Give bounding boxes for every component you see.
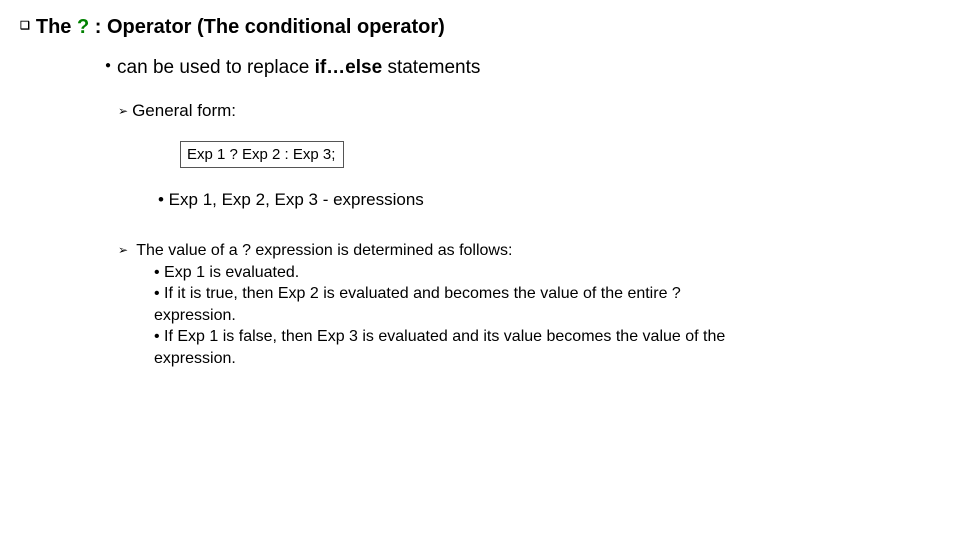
usage-line: ● can be used to replace if…else statemen… [105,57,940,79]
explanation-l1: The value of a ? expression is determine… [136,242,512,259]
explanation-block: ➢ The value of a ? expression is determi… [118,240,918,370]
explanation-l3: • If it is true, then Exp 2 is evaluated… [154,283,918,305]
title-part1: The [36,16,77,38]
arrow-bullet-icon: ➢ [118,104,128,118]
usage-bold: if…else [315,57,383,78]
title-part2: : Operator (The conditional operator) [89,16,445,38]
explanation-l2: • Exp 1 is evaluated. [154,262,918,284]
syntax-text: Exp 1 ? Exp 2 : Exp 3; [187,146,335,163]
explanation-intro: ➢ The value of a ? expression is determi… [118,240,918,262]
expressions-note: • Exp 1, Exp 2, Exp 3 - expressions [158,190,940,210]
arrow-bullet-icon: ➢ [118,243,128,257]
usage-pre: can be used to replace [117,57,315,78]
syntax-box: Exp 1 ? Exp 2 : Exp 3; [180,141,344,168]
slide-title: ❑ The ? : Operator (The conditional opera… [20,16,940,39]
general-form-heading: ➢ General form: [118,101,940,121]
explanation-l4: expression. [154,305,918,327]
explanation-l5: • If Exp 1 is false, then Exp 3 is evalu… [154,326,918,348]
title-question-mark: ? [77,16,89,38]
square-bullet-icon: ❑ [20,19,30,32]
general-form-text: General form: [132,101,236,120]
explanation-l6: expression. [154,348,918,370]
usage-post: statements [382,57,480,78]
dot-bullet-icon: ● [105,60,111,71]
slide: ❑ The ? : Operator (The conditional opera… [0,0,960,540]
expressions-note-text: • Exp 1, Exp 2, Exp 3 - expressions [158,190,424,209]
